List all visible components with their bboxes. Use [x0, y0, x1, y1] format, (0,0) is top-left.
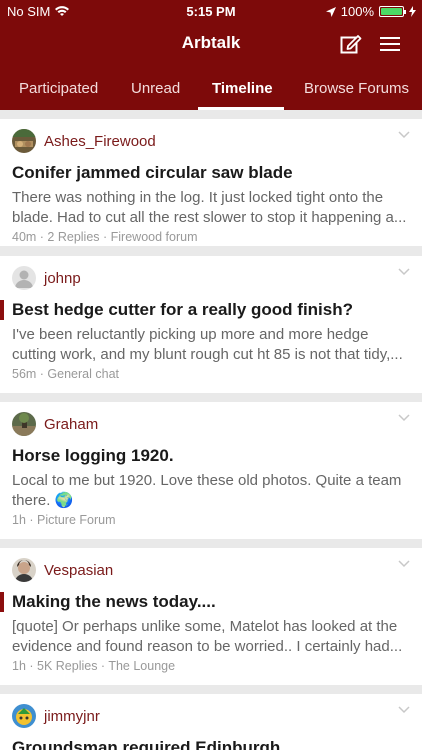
- excerpt-line: Local to me but 1920. Love these old pho…: [12, 472, 402, 489]
- topic-title[interactable]: Making the news today....: [12, 592, 216, 612]
- hamburger-menu-icon[interactable]: [378, 34, 402, 54]
- topic-excerpt: There was nothing in the log. It just lo…: [12, 188, 410, 227]
- battery-level-fill: [381, 8, 402, 15]
- author-row: johnp: [12, 266, 81, 290]
- chevron-down-icon[interactable]: [398, 560, 410, 568]
- topic-title[interactable]: Best hedge cutter for a really good fini…: [12, 300, 353, 320]
- battery-icon: [379, 6, 406, 17]
- tab-participated[interactable]: Participated: [19, 80, 98, 97]
- topic-excerpt: Local to me but 1920. Love these old pho…: [12, 471, 410, 510]
- tab-unread[interactable]: Unread: [131, 80, 180, 97]
- excerpt-line: there. 🌍: [12, 491, 74, 509]
- topic-card[interactable]: jimmyjnr Groundsman required Edinburgh: [0, 694, 422, 750]
- default-user-icon: [12, 266, 36, 290]
- avatar[interactable]: [12, 558, 36, 582]
- avatar[interactable]: [12, 266, 36, 290]
- tab-browse-forums[interactable]: Browse Forums: [304, 80, 409, 97]
- status-right: 100%: [325, 4, 416, 19]
- author-row: Ashes_Firewood: [12, 129, 156, 153]
- chevron-down-icon[interactable]: [398, 414, 410, 422]
- excerpt-line: blade. Had to cut all the rest slower to…: [12, 208, 407, 226]
- author-name[interactable]: Ashes_Firewood: [44, 133, 156, 150]
- location-arrow-icon: [325, 6, 336, 17]
- topic-meta: 1h · 5K Replies · The Lounge: [12, 659, 176, 673]
- topic-excerpt: [quote] Or perhaps unlike some, Matelot …: [12, 617, 410, 656]
- topic-title[interactable]: Horse logging 1920.: [12, 446, 174, 466]
- excerpt-line: cutting work, and my blunt rough cut ht …: [12, 345, 403, 363]
- chevron-down-icon[interactable]: [398, 706, 410, 714]
- excerpt-line: There was nothing in the log. It just lo…: [12, 189, 384, 206]
- topic-meta: 40m · 2 Replies · Firewood forum: [12, 230, 198, 244]
- author-name[interactable]: johnp: [44, 270, 81, 287]
- avatar[interactable]: [12, 129, 36, 153]
- chevron-down-icon[interactable]: [398, 268, 410, 276]
- avatar-image: [12, 129, 36, 153]
- status-bar: No SIM 5:15 PM 100%: [0, 0, 422, 22]
- author-name[interactable]: Graham: [44, 416, 98, 433]
- charging-bolt-icon: [409, 6, 416, 17]
- app-header: No SIM 5:15 PM 100% Arbtalk Participated…: [0, 0, 422, 110]
- active-tab-indicator: [198, 107, 284, 110]
- topic-card[interactable]: Vespasian Making the news today.... [quo…: [0, 548, 422, 685]
- avatar-image: [12, 558, 36, 582]
- excerpt-line: I've been reluctantly picking up more an…: [12, 326, 369, 343]
- topic-excerpt: I've been reluctantly picking up more an…: [12, 325, 410, 364]
- topic-title[interactable]: Conifer jammed circular saw blade: [12, 163, 293, 183]
- author-name[interactable]: jimmyjnr: [44, 708, 100, 725]
- avatar-image: [12, 704, 36, 728]
- chevron-down-icon[interactable]: [398, 131, 410, 139]
- excerpt-line: [quote] Or perhaps unlike some, Matelot …: [12, 618, 398, 635]
- author-row: Vespasian: [12, 558, 113, 582]
- author-name[interactable]: Vespasian: [44, 562, 113, 579]
- avatar[interactable]: [12, 412, 36, 436]
- tab-timeline[interactable]: Timeline: [212, 80, 273, 97]
- topic-meta: 1h · Picture Forum: [12, 513, 116, 527]
- excerpt-line: evidence and found reason to be worried.…: [12, 637, 403, 655]
- unread-marker: [0, 300, 4, 320]
- tab-bar: Participated Unread Timeline Browse Foru…: [0, 72, 422, 110]
- avatar-image: [12, 412, 36, 436]
- topic-card[interactable]: Graham Horse logging 1920. Local to me b…: [0, 402, 422, 539]
- unread-marker: [0, 592, 4, 612]
- topic-card[interactable]: johnp Best hedge cutter for a really goo…: [0, 256, 422, 393]
- avatar[interactable]: [12, 704, 36, 728]
- topic-title[interactable]: Groundsman required Edinburgh: [12, 738, 280, 750]
- topic-meta: 56m · General chat: [12, 367, 119, 381]
- battery-percent: 100%: [340, 4, 374, 19]
- author-row: Graham: [12, 412, 98, 436]
- topic-card[interactable]: Ashes_Firewood Conifer jammed circular s…: [0, 119, 422, 246]
- author-row: jimmyjnr: [12, 704, 100, 728]
- compose-icon[interactable]: [340, 33, 362, 55]
